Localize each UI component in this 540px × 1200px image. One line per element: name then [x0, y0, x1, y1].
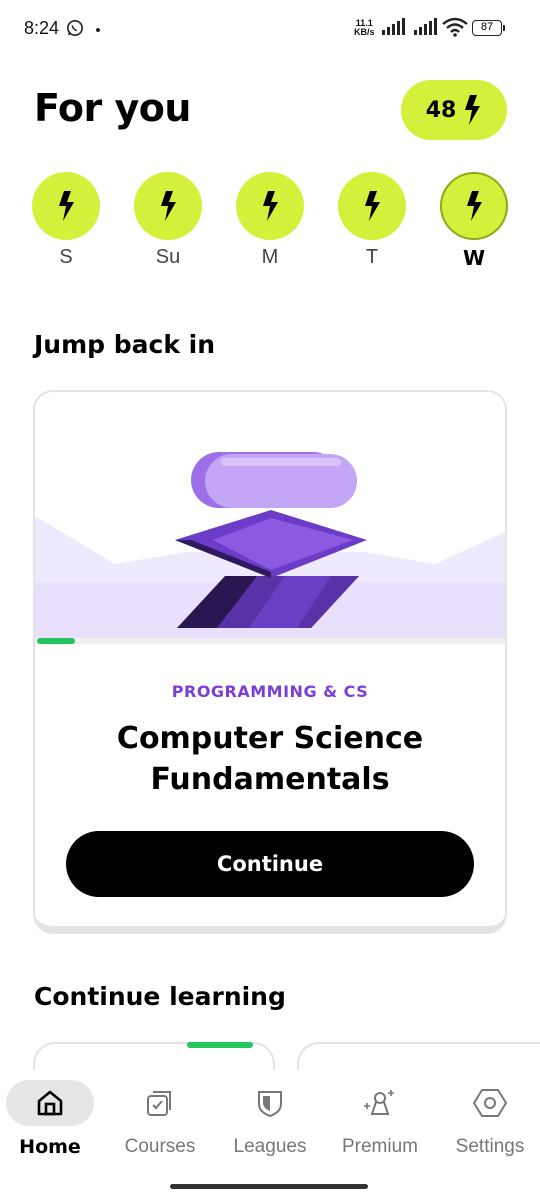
lightning-bolt-icon — [365, 191, 380, 221]
nav-icon-wrap — [226, 1080, 314, 1126]
course-title: Computer Science Fundamentals — [35, 718, 505, 800]
bottom-nav: Home Courses Leagues Premium Settings — [0, 1070, 540, 1200]
nav-item-home[interactable]: Home — [0, 1070, 104, 1158]
nav-item-settings[interactable]: Settings — [436, 1070, 540, 1158]
page-title: For you — [34, 86, 191, 130]
home-icon — [37, 1090, 63, 1116]
nav-icon-highlight — [6, 1080, 94, 1126]
day-label: Su — [155, 246, 181, 268]
continue-course-progress-bar — [187, 1042, 253, 1048]
course-title-line-1: Computer Science — [116, 721, 424, 756]
streak-button[interactable]: 48 — [401, 80, 507, 140]
day-streak-0: S — [32, 172, 100, 269]
nav-label: Home — [19, 1136, 81, 1158]
nav-icon-wrap — [336, 1080, 424, 1126]
nav-label: Premium — [341, 1136, 418, 1157]
course-category: PROGRAMMING & CS — [171, 682, 369, 701]
network-speed: 11.1 KB/s — [354, 19, 375, 37]
whatsapp-icon — [66, 19, 84, 37]
day-label-today: W — [462, 246, 486, 270]
lightning-bolt-icon — [263, 191, 278, 221]
lightning-bolt-icon — [59, 191, 74, 221]
nav-item-leagues[interactable]: Leagues — [216, 1070, 324, 1158]
day-label: S — [59, 246, 73, 268]
course-title-line-2: Fundamentals — [150, 762, 390, 797]
nav-label: Settings — [455, 1136, 525, 1157]
lightning-bolt-icon — [467, 191, 482, 221]
day-circle — [134, 172, 202, 240]
section-title-jump-back: Jump back in — [34, 330, 216, 359]
course-progress-bar — [37, 638, 75, 644]
battery-icon: 87 — [472, 20, 505, 36]
nav-item-courses[interactable]: Courses — [106, 1070, 214, 1158]
lightning-bolt-icon — [161, 191, 176, 221]
day-circle — [32, 172, 100, 240]
nav-label: Courses — [124, 1136, 196, 1157]
status-bar: 8:24 11.1 KB/s 87 — [0, 0, 540, 58]
signal-icon-2 — [414, 18, 437, 35]
day-streak-3: T — [338, 172, 406, 269]
status-time: 8:24 — [24, 18, 60, 38]
wifi-icon — [442, 17, 468, 37]
shield-icon — [258, 1091, 282, 1118]
notification-dot-icon — [96, 28, 100, 32]
day-streak-2: M — [236, 172, 304, 269]
day-label: M — [261, 246, 279, 268]
nav-icon-wrap — [116, 1080, 204, 1126]
network-speed-unit: KB/s — [354, 27, 375, 37]
course-illustration — [35, 392, 505, 644]
section-title-continue-learning: Continue learning — [34, 982, 286, 1011]
nav-label: Leagues — [233, 1136, 307, 1157]
signal-icon — [382, 18, 405, 35]
day-circle — [338, 172, 406, 240]
course-progress-track — [35, 638, 505, 644]
day-circle-today — [440, 172, 508, 240]
day-streak-1: Su — [134, 172, 202, 269]
course-illustration-art — [35, 452, 505, 644]
day-label: T — [365, 246, 379, 268]
course-card[interactable]: PROGRAMMING & CS Computer Science Fundam… — [33, 390, 507, 934]
streak-count: 48 — [425, 97, 457, 123]
day-streak-4: W — [440, 172, 508, 270]
lightning-bolt-icon — [465, 95, 481, 125]
home-indicator[interactable] — [170, 1184, 368, 1189]
premium-icon — [364, 1090, 394, 1115]
nav-item-premium[interactable]: Premium — [326, 1070, 434, 1158]
day-circle — [236, 172, 304, 240]
courses-icon — [147, 1091, 171, 1116]
settings-icon — [473, 1089, 507, 1117]
continue-button[interactable]: Continue — [66, 831, 474, 897]
nav-icon-wrap — [446, 1080, 534, 1126]
